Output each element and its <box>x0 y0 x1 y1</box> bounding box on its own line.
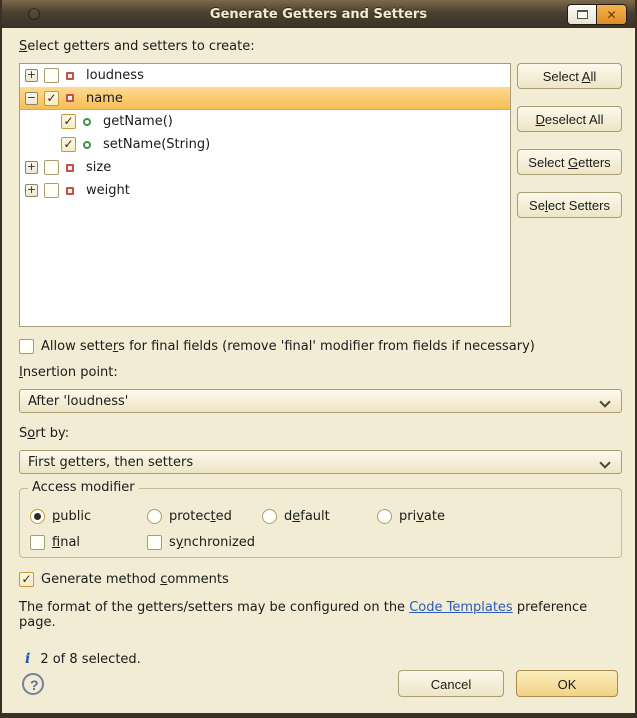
field-icon <box>66 94 74 102</box>
tree-and-buttons-row: +loudness−✓name✓getName()✓setName(String… <box>19 63 618 327</box>
ok-button[interactable]: OK <box>516 670 618 697</box>
side-button-column: Select All Deselect All Select Getters S… <box>511 63 622 327</box>
insertion-point-combo[interactable]: After 'loudness' <box>19 389 622 413</box>
tree-item-label: name <box>86 91 123 106</box>
allow-setters-row: Allow setters for final fields (remove '… <box>19 339 618 354</box>
access-modifier-options: public protected default private final <box>30 509 611 550</box>
radio-icon[interactable] <box>30 509 45 524</box>
chevron-down-icon <box>599 396 610 407</box>
tree-item-checkbox[interactable]: ✓ <box>44 91 59 106</box>
field-icon <box>66 164 74 172</box>
close-button[interactable]: ✕ <box>597 5 626 24</box>
expand-icon[interactable]: + <box>25 69 38 82</box>
tree-column: +loudness−✓name✓getName()✓setName(String… <box>19 63 511 327</box>
radio-private[interactable]: private <box>377 509 611 524</box>
tree-item-label: loudness <box>86 68 144 83</box>
titlebar[interactable]: Generate Getters and Setters ✕ <box>2 0 635 28</box>
tree-row[interactable]: −✓ name <box>20 87 510 110</box>
radio-icon[interactable] <box>147 509 162 524</box>
spacer <box>517 184 622 192</box>
tree-row[interactable]: ✓ setName(String) <box>20 133 510 156</box>
cancel-button[interactable]: Cancel <box>398 670 504 697</box>
status-line: i 2 of 8 selected. <box>19 651 618 667</box>
select-setters-button[interactable]: Select Setters <box>517 192 622 218</box>
field-icon <box>66 187 74 195</box>
tree-row[interactable]: + weight <box>20 179 510 202</box>
tree-item-label: weight <box>86 183 130 198</box>
format-note-pre: The format of the getters/setters may be… <box>19 600 409 615</box>
radio-public[interactable]: public <box>30 509 147 524</box>
sort-by-value: First getters, then setters <box>28 455 193 470</box>
tree-item-checkbox[interactable] <box>44 68 59 83</box>
tree-item-checkbox[interactable]: ✓ <box>61 114 76 129</box>
close-icon: ✕ <box>606 9 616 21</box>
checkbox-synchronized[interactable]: synchronized <box>147 535 262 550</box>
final-checkbox[interactable] <box>30 535 45 550</box>
expand-icon[interactable]: + <box>25 161 38 174</box>
tree-item-label: getName() <box>103 114 173 129</box>
radio-private-label: private <box>399 509 445 524</box>
method-icon <box>83 118 91 126</box>
radio-protected[interactable]: protected <box>147 509 262 524</box>
code-templates-link[interactable]: Code Templates <box>409 600 513 615</box>
tree-item-checkbox[interactable] <box>44 160 59 175</box>
insertion-point-label: Insertion point: <box>19 365 618 380</box>
chevron-down-icon <box>599 457 610 468</box>
access-modifier-legend: Access modifier <box>28 480 139 495</box>
tree-row[interactable]: + loudness <box>20 64 510 87</box>
generate-comments-row: Generate method comments <box>19 572 618 587</box>
spacer <box>517 141 622 149</box>
footer: ? Cancel OK <box>19 670 618 713</box>
generate-comments-checkbox[interactable] <box>19 572 34 587</box>
field-icon <box>66 72 74 80</box>
help-button[interactable]: ? <box>22 673 44 695</box>
maximize-icon <box>577 10 588 19</box>
window-menu-icon[interactable] <box>28 8 40 20</box>
maximize-button[interactable] <box>568 5 597 24</box>
radio-default-label: default <box>284 509 330 524</box>
tree-item-checkbox[interactable] <box>44 183 59 198</box>
radio-icon[interactable] <box>262 509 277 524</box>
tree-item-label: size <box>86 160 111 175</box>
tree-item-checkbox[interactable]: ✓ <box>61 137 76 152</box>
tree-row[interactable]: + size <box>20 156 510 179</box>
synchronized-checkbox[interactable] <box>147 535 162 550</box>
tree-item-label: setName(String) <box>103 137 210 152</box>
radio-icon[interactable] <box>377 509 392 524</box>
radio-default[interactable]: default <box>262 509 377 524</box>
info-icon: i <box>25 651 30 667</box>
select-getters-button[interactable]: Select Getters <box>517 149 622 175</box>
allow-setters-checkbox[interactable] <box>19 339 34 354</box>
allow-setters-label: Allow setters for final fields (remove '… <box>41 339 535 354</box>
generate-getters-setters-dialog: Generate Getters and Setters ✕ Select ge… <box>0 0 637 718</box>
generate-comments-label: Generate method comments <box>41 572 229 587</box>
sort-by-label: Sort by: <box>19 426 618 441</box>
collapse-icon[interactable]: − <box>25 92 38 105</box>
select-all-button[interactable]: Select All <box>517 63 622 89</box>
deselect-all-button[interactable]: Deselect All <box>517 106 622 132</box>
select-members-label: Select getters and setters to create: <box>19 39 618 54</box>
member-tree[interactable]: +loudness−✓name✓getName()✓setName(String… <box>19 63 511 327</box>
status-text: 2 of 8 selected. <box>40 652 140 667</box>
final-label: final <box>52 535 80 550</box>
insertion-point-value: After 'loudness' <box>28 394 128 409</box>
method-icon <box>83 141 91 149</box>
window-buttons: ✕ <box>567 4 627 25</box>
spacer <box>517 98 622 106</box>
radio-public-label: public <box>52 509 91 524</box>
format-note: The format of the getters/setters may be… <box>19 600 618 630</box>
window-title: Generate Getters and Setters <box>2 7 635 22</box>
synchronized-label: synchronized <box>169 535 255 550</box>
dialog-content: Select getters and setters to create: + l… <box>2 28 635 713</box>
expand-icon[interactable]: + <box>25 184 38 197</box>
checkbox-final[interactable]: final <box>30 535 147 550</box>
sort-by-combo[interactable]: First getters, then setters <box>19 450 622 474</box>
radio-protected-label: protected <box>169 509 232 524</box>
tree-row[interactable]: ✓ getName() <box>20 110 510 133</box>
access-modifier-group: Access modifier public protected default… <box>19 488 622 558</box>
